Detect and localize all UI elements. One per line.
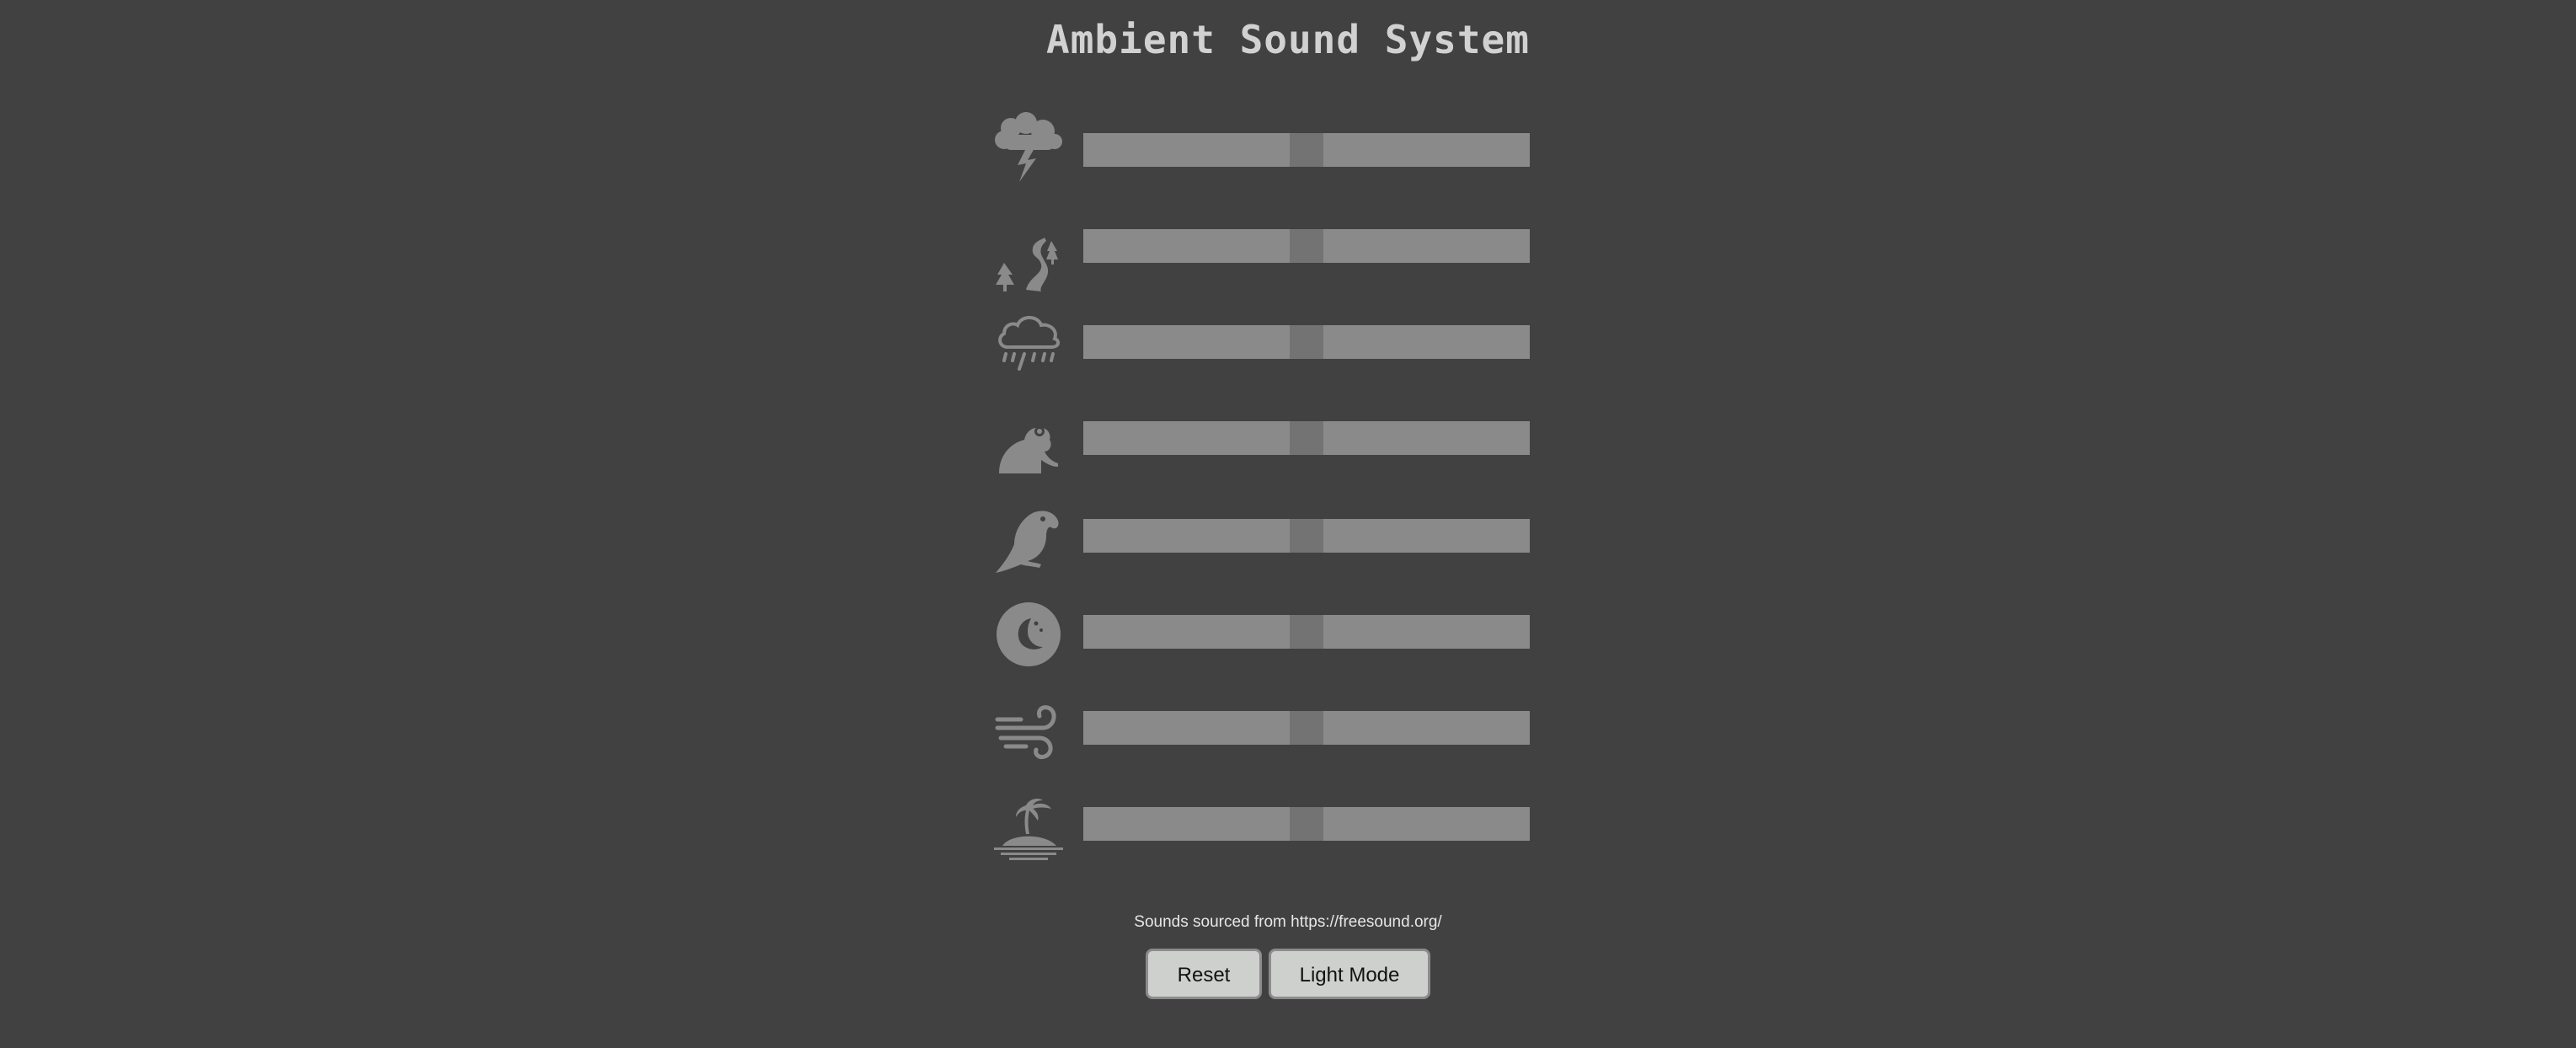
slider-thumb[interactable] <box>1290 615 1323 649</box>
volume-slider-parrot[interactable] <box>1083 519 1530 553</box>
sound-row-rain <box>992 305 1531 381</box>
volume-slider-night[interactable] <box>1083 615 1530 649</box>
rain-cloud-icon <box>992 305 1065 377</box>
slider-thumb[interactable] <box>1290 133 1323 167</box>
volume-slider-frog[interactable] <box>1083 421 1530 455</box>
sound-row-thunderstorm <box>992 111 1531 187</box>
frog-icon <box>992 406 1065 479</box>
slider-thumb[interactable] <box>1290 325 1323 359</box>
island-waves-icon <box>992 792 1065 864</box>
night-moon-icon <box>992 598 1065 671</box>
sound-row-night <box>992 595 1531 671</box>
volume-slider-wind[interactable] <box>1083 711 1530 745</box>
light-mode-button[interactable]: Light Mode <box>1269 949 1430 999</box>
sound-row-island <box>992 787 1531 863</box>
sound-row-parrot <box>992 499 1531 575</box>
sound-row-river <box>992 221 1531 297</box>
credit-text: Sounds sourced from https://freesound.or… <box>1134 913 1442 931</box>
volume-slider-rain[interactable] <box>1083 325 1530 359</box>
wind-icon <box>992 694 1065 767</box>
parrot-icon <box>992 502 1065 575</box>
sound-list <box>0 0 2576 1048</box>
button-bar: Reset Light Mode <box>0 949 2576 999</box>
slider-thumb[interactable] <box>1290 519 1323 553</box>
volume-slider-thunderstorm[interactable] <box>1083 133 1530 167</box>
sound-row-wind <box>992 691 1531 767</box>
slider-thumb[interactable] <box>1290 807 1323 841</box>
sound-row-frog <box>992 401 1531 477</box>
reset-button[interactable]: Reset <box>1146 949 1262 999</box>
volume-slider-island[interactable] <box>1083 807 1530 841</box>
thunderstorm-icon <box>992 111 1065 184</box>
slider-thumb[interactable] <box>1290 421 1323 455</box>
slider-thumb[interactable] <box>1290 711 1323 745</box>
slider-thumb[interactable] <box>1290 229 1323 263</box>
volume-slider-river[interactable] <box>1083 229 1530 263</box>
river-icon <box>992 226 1065 298</box>
